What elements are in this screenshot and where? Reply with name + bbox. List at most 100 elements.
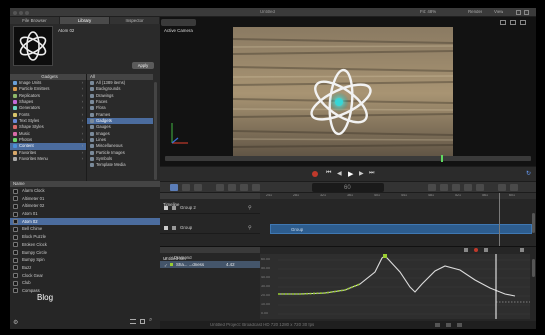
ruler-tick-label: 281 bbox=[293, 194, 299, 197]
library-item[interactable]: Block Puzzle bbox=[10, 233, 160, 241]
select-transform-tool[interactable] bbox=[170, 184, 178, 191]
library-item[interactable]: Atom 01 bbox=[10, 210, 160, 218]
fit-zoom-menu[interactable]: Fit: 48% bbox=[420, 10, 436, 14]
active-camera-menu[interactable]: Active Camera bbox=[161, 19, 196, 33]
text-tool[interactable] bbox=[252, 184, 260, 191]
play-button[interactable]: ▶ bbox=[348, 170, 353, 178]
library-item[interactable]: Bell Chime bbox=[10, 225, 160, 233]
close-window-button[interactable] bbox=[13, 10, 17, 15]
gadget-thumbnail-icon bbox=[13, 188, 18, 194]
step-back-icon[interactable]: ◀ bbox=[337, 170, 342, 177]
status-icon-3[interactable] bbox=[457, 323, 462, 327]
view-options-icon[interactable] bbox=[510, 20, 516, 25]
list-view-icon[interactable] bbox=[130, 319, 136, 324]
new-light-button[interactable] bbox=[440, 184, 448, 191]
replicate-button[interactable] bbox=[510, 184, 518, 191]
tab-inspector[interactable]: Inspector bbox=[110, 17, 160, 24]
zoom-window-button[interactable] bbox=[25, 10, 29, 15]
subcategory-label: Drawings bbox=[96, 92, 114, 98]
library-item[interactable]: Club bbox=[10, 279, 160, 287]
canvas-viewer[interactable]: Active Camera bbox=[160, 17, 536, 172]
grid-view-icon[interactable] bbox=[140, 319, 145, 324]
new-camera-button[interactable] bbox=[428, 184, 436, 191]
adjust-3d-tool[interactable] bbox=[182, 184, 190, 191]
layer-visibility-checkbox[interactable] bbox=[164, 206, 168, 210]
record-button[interactable] bbox=[312, 171, 318, 177]
step-forward-icon[interactable]: ▶ bbox=[359, 170, 364, 177]
library-item[interactable]: Altimeter 01 bbox=[10, 195, 160, 203]
view-overlay-icon[interactable] bbox=[520, 20, 526, 25]
ruler-tick-label: 361 bbox=[347, 194, 353, 197]
go-to-start-icon[interactable]: ⏮ bbox=[326, 170, 331, 177]
category-item[interactable]: Favorites Menu › bbox=[10, 156, 86, 162]
keyframe-record-icon[interactable] bbox=[474, 248, 478, 252]
render-menu[interactable]: Render bbox=[468, 10, 482, 14]
tab-library[interactable]: Library bbox=[60, 17, 110, 24]
search-icon[interactable]: ⌕ bbox=[149, 317, 152, 324]
layout-toggle-icon[interactable] bbox=[516, 10, 521, 15]
add-behavior-button[interactable] bbox=[464, 184, 472, 191]
keyframe-scrollbar[interactable] bbox=[532, 259, 535, 277]
library-item[interactable]: Broken Clock bbox=[10, 241, 160, 249]
mini-playhead[interactable] bbox=[441, 155, 443, 162]
scene-preview[interactable] bbox=[233, 27, 453, 160]
lock-icon[interactable]: ⚲ bbox=[248, 205, 252, 211]
keyframe-row[interactable]: ✓ Sha... ...dness 4.42 bbox=[160, 261, 260, 268]
atom-preview-icon bbox=[19, 31, 47, 61]
timeline-scrollbar[interactable] bbox=[532, 213, 535, 233]
library-item[interactable]: Compass bbox=[10, 287, 160, 295]
minimize-window-button[interactable] bbox=[19, 10, 23, 15]
keyframe-set-header[interactable]: Untitled Set bbox=[160, 247, 260, 261]
blog-watermark: Blog bbox=[37, 293, 54, 302]
keyframe-options-icon[interactable] bbox=[520, 248, 524, 252]
keyframe-checkbox[interactable]: ✓ bbox=[164, 263, 168, 269]
keyframe-parameter-value[interactable]: 4.42 bbox=[226, 263, 235, 267]
go-to-end-icon[interactable]: ⏭ bbox=[369, 170, 374, 177]
pan-tool[interactable] bbox=[194, 184, 202, 191]
keyframe-add-icon[interactable] bbox=[464, 248, 468, 252]
library-item[interactable]: Alarm Clock bbox=[10, 187, 160, 195]
timeline-ruler[interactable]: 241 281 321 361 401 441 481 521 561 601 bbox=[260, 193, 536, 199]
keyframe-row[interactable]: ✓ Diamond bbox=[160, 254, 260, 261]
subcategory-item[interactable]: Template Media bbox=[87, 162, 153, 168]
library-item[interactable]: Buzz bbox=[10, 264, 160, 272]
library-item[interactable]: Atom 02 bbox=[10, 217, 160, 226]
tab-file-browser[interactable]: File Browser bbox=[10, 17, 60, 24]
library-item[interactable]: Altimeter 02 bbox=[10, 202, 160, 210]
shape-tool[interactable] bbox=[216, 184, 224, 191]
subcategory-scrollbar[interactable] bbox=[154, 82, 157, 180]
library-item[interactable]: Clock Gear bbox=[10, 272, 160, 280]
library-item[interactable]: Bumpy Circle bbox=[10, 249, 160, 257]
subcategory-label: Flora bbox=[96, 105, 106, 111]
view-menu[interactable]: View bbox=[494, 10, 503, 14]
timeline-playhead[interactable] bbox=[499, 193, 500, 246]
lock-icon[interactable]: ⚲ bbox=[248, 225, 252, 231]
layout-split-icon[interactable] bbox=[524, 10, 529, 15]
keyframe-fit-icon[interactable] bbox=[484, 248, 488, 252]
timeline-layer-row[interactable]: Group 2 ⚲ bbox=[160, 203, 260, 214]
mini-timeline[interactable] bbox=[165, 155, 531, 162]
ruler-tick-label: 481 bbox=[428, 194, 434, 197]
view-layout-icon[interactable] bbox=[500, 20, 506, 25]
browser-tabs: File Browser Library Inspector bbox=[10, 17, 160, 24]
settings-gear-icon[interactable]: ⚙ bbox=[13, 319, 18, 326]
transport-bar: ⏮ ◀ ▶ ▶ ⏭ ↻ bbox=[160, 166, 536, 181]
status-icon-2[interactable] bbox=[446, 323, 451, 327]
subcategory-label: Symbols bbox=[96, 156, 113, 162]
add-filter-button[interactable] bbox=[476, 184, 484, 191]
timecode-display[interactable]: 60 bbox=[312, 183, 384, 192]
keyframe-graph[interactable]: 60.00 50.00 40.00 30.00 20.00 10.00 0.00 bbox=[260, 254, 530, 319]
timeline-layer-row[interactable]: Group ⚲ bbox=[160, 223, 260, 234]
folder-icon bbox=[90, 157, 94, 162]
timeline-clip[interactable]: Group bbox=[270, 224, 532, 234]
apply-button[interactable]: Apply bbox=[132, 62, 154, 69]
new-rig-button[interactable] bbox=[452, 184, 460, 191]
loop-icon[interactable]: ↻ bbox=[526, 170, 531, 177]
layer-visibility-checkbox[interactable] bbox=[164, 226, 168, 230]
mask-tool[interactable] bbox=[228, 184, 236, 191]
library-item[interactable]: Bumpy Spin bbox=[10, 256, 160, 264]
status-icon-1[interactable] bbox=[435, 323, 440, 327]
make-particles-button[interactable] bbox=[498, 184, 506, 191]
paint-tool[interactable] bbox=[240, 184, 248, 191]
folder-icon bbox=[90, 118, 94, 123]
